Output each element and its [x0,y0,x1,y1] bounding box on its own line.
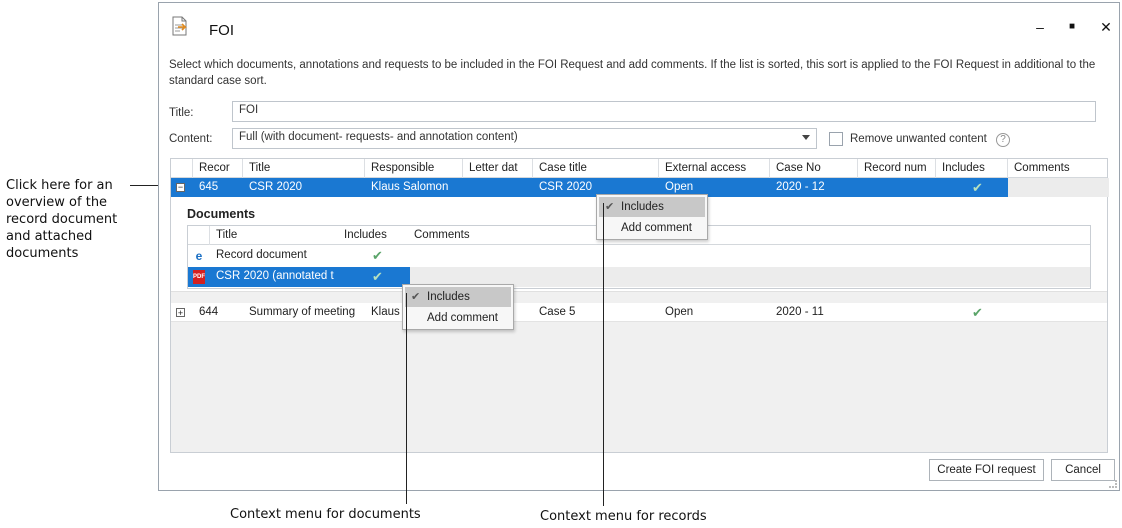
callout-documents-menu: Context menu for documents [230,507,421,522]
minimize-button[interactable]: ‒ [1030,17,1050,37]
chevron-down-icon[interactable] [802,135,810,140]
callout-records-menu: Context menu for records [540,509,707,524]
cell-title: CSR 2020 [249,181,303,193]
cell-record: 644 [199,306,219,318]
cell-comments[interactable] [1008,303,1109,322]
foi-app-icon [172,16,187,36]
list-item[interactable]: PDF PDF CSR 2020 (annotated t ✔ [188,267,1090,287]
cell-case-no: 2020 - 12 [776,181,825,193]
doc-header-title[interactable]: Title [210,226,338,245]
create-foi-request-button[interactable]: Create FOI request [929,459,1044,481]
cell-record: 645 [199,181,219,193]
cell-case-title: Case 5 [539,306,576,318]
remove-unwanted-label: Remove unwanted content [850,133,987,145]
callout-record-overview: Click here for an overview of the record… [6,178,118,261]
record-context-menu: ✔ Includes Add comment [596,194,708,240]
resize-grip-icon[interactable] [1109,480,1117,488]
menu-item-label: Includes [621,201,664,213]
check-icon: ✔ [605,201,615,213]
header-external-access[interactable]: External access [659,159,770,178]
cell-title: Summary of meeting [249,306,356,318]
doc-header-icon-col [188,226,210,245]
menu-item-add-comment[interactable]: Add comment [405,308,511,328]
content-dropdown-value: Full (with document- requests- and annot… [239,131,518,143]
includes-check-icon[interactable]: ✔ [966,178,996,197]
header-title[interactable]: Title [243,159,365,178]
includes-check-icon[interactable]: ✔ [966,303,996,322]
maximize-button[interactable]: ■ [1062,17,1082,37]
cell-comments[interactable] [1008,178,1109,197]
html-document-icon: e [195,249,203,263]
header-includes[interactable]: Includes [936,159,1008,178]
header-expander-col [171,159,193,178]
doc-includes-check-icon[interactable]: ✔ [366,267,396,286]
content-dropdown[interactable]: Full (with document- requests- and annot… [232,128,817,149]
title-input[interactable]: FOI [232,101,1096,122]
documents-menu-leader-line [406,293,407,504]
header-responsible[interactable]: Responsible [365,159,463,178]
menu-item-label: Add comment [427,312,498,324]
doc-title: CSR 2020 (annotated t [216,270,334,282]
menu-item-includes[interactable]: ✔ Includes [599,197,705,217]
check-icon: ✔ [411,291,421,303]
doc-includes-check-icon[interactable]: ✔ [366,246,396,265]
cell-responsible: Klaus Salomon [371,181,449,193]
window-title: FOI [209,22,234,39]
doc-header-comments[interactable]: Comments [408,226,508,245]
header-record-num[interactable]: Record num [858,159,936,178]
content-label: Content: [169,133,213,145]
pdf-icon: PDF [193,270,205,284]
documents-heading: Documents [187,207,256,221]
header-record[interactable]: Recor [193,159,243,178]
title-bar: FOI ‒ ■ ✕ [159,3,1119,43]
document-context-menu: ✔ Includes Add comment [402,284,514,330]
cell-record-num [858,303,936,322]
collapse-icon[interactable]: − [176,183,185,192]
help-icon[interactable]: ? [996,133,1010,147]
menu-item-label: Add comment [621,222,692,234]
cell-external-access: Open [665,306,694,318]
grid-header: Recor Title Responsible Letter dat Case … [171,159,1107,178]
menu-item-add-comment[interactable]: Add comment [599,218,705,238]
header-case-title[interactable]: Case title [533,159,659,178]
header-case-no[interactable]: Case No [770,159,858,178]
doc-header-includes[interactable]: Includes [338,226,408,245]
cell-record-num [858,178,936,197]
header-letter-date[interactable]: Letter dat [463,159,533,178]
cell-case-no: 2020 - 11 [776,306,824,318]
records-menu-leader-line [603,203,604,506]
close-button[interactable]: ✕ [1096,17,1116,37]
foi-dialog: FOI ‒ ■ ✕ Select which documents, annota… [158,2,1120,491]
expand-icon[interactable]: + [176,308,185,318]
header-comments[interactable]: Comments [1008,159,1109,178]
cancel-button[interactable]: Cancel [1051,459,1115,481]
title-label: Title: [169,107,194,119]
remove-unwanted-checkbox[interactable] [829,132,843,146]
menu-item-label: Includes [427,291,470,303]
doc-title: Record document [216,249,307,261]
instructions-text: Select which documents, annotations and … [169,59,1096,87]
list-item[interactable]: e Record document ✔ [188,246,1090,266]
menu-item-includes[interactable]: ✔ Includes [405,287,511,307]
table-row[interactable]: + 644 Summary of meeting Klaus Case 5 Op… [171,303,1107,322]
cell-letter-date [463,178,533,197]
